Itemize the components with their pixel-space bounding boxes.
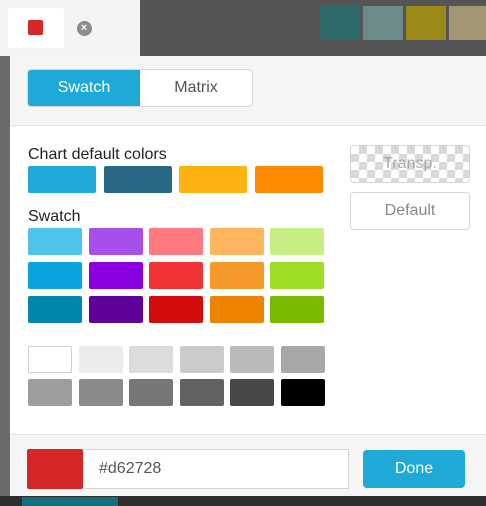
gray-swatch-color[interactable] — [280, 379, 325, 406]
mode-toggle: Swatch Matrix — [27, 69, 253, 107]
swatch-color[interactable] — [149, 228, 203, 255]
swatch-color[interactable] — [270, 262, 324, 289]
tab-color[interactable] — [8, 8, 64, 48]
popover-header: Swatch Matrix — [10, 56, 486, 126]
swatch-color[interactable] — [28, 262, 82, 289]
gray-swatch-color[interactable] — [28, 379, 72, 406]
done-button[interactable]: Done — [363, 450, 465, 488]
gray-swatch-color[interactable] — [179, 346, 224, 373]
chart-default-swatch[interactable] — [179, 166, 247, 193]
default-button[interactable]: Default — [350, 192, 470, 230]
close-tab-button[interactable]: × — [70, 14, 98, 42]
tab-matrix[interactable]: Matrix — [140, 70, 252, 106]
gray-swatch-color[interactable] — [28, 346, 72, 373]
gray-swatch-color[interactable] — [78, 379, 123, 406]
gray-swatch-color[interactable] — [230, 346, 274, 373]
chart-default-colors-label: Chart default colors — [28, 146, 167, 163]
swatch-color[interactable] — [28, 296, 82, 323]
background-button — [22, 497, 118, 506]
background-tile — [363, 6, 403, 40]
chart-default-swatch[interactable] — [254, 166, 323, 193]
swatch-color[interactable] — [209, 262, 264, 289]
tab-strip: × — [0, 0, 140, 56]
close-icon: × — [76, 20, 92, 36]
chart-default-swatch[interactable] — [28, 166, 96, 193]
selected-color-preview — [27, 449, 83, 489]
gray-swatch-color[interactable] — [129, 346, 173, 373]
background-tile — [449, 6, 486, 40]
picker-footer: Done — [10, 434, 486, 496]
tab-swatch[interactable]: Swatch — [28, 70, 140, 106]
gray-swatch-color[interactable] — [280, 346, 325, 373]
gray-swatch-color[interactable] — [179, 379, 224, 406]
swatch-color[interactable] — [270, 296, 324, 323]
hex-color-input[interactable] — [83, 449, 349, 489]
color-picker-popover: Swatch Matrix Chart default colors Swatc… — [10, 56, 486, 496]
transparent-button-label: Transp. — [383, 155, 437, 172]
swatch-color[interactable] — [88, 262, 143, 289]
background-tile — [406, 6, 446, 40]
swatch-color[interactable] — [149, 296, 203, 323]
swatch-color[interactable] — [209, 296, 264, 323]
swatch-color[interactable] — [28, 228, 82, 255]
transparent-button[interactable]: Transp. — [350, 145, 470, 183]
swatch-label: Swatch — [28, 208, 81, 225]
swatch-color[interactable] — [270, 228, 324, 255]
background-tile — [320, 6, 360, 40]
gray-swatch-color[interactable] — [230, 379, 274, 406]
gray-swatch-color[interactable] — [78, 346, 123, 373]
color-square-icon — [28, 20, 43, 35]
background-color-tiles — [320, 6, 486, 40]
swatch-color[interactable] — [149, 262, 203, 289]
swatch-color[interactable] — [88, 228, 143, 255]
swatch-color[interactable] — [88, 296, 143, 323]
chart-default-swatch[interactable] — [103, 166, 172, 193]
swatch-color[interactable] — [209, 228, 264, 255]
gray-swatch-color[interactable] — [129, 379, 173, 406]
